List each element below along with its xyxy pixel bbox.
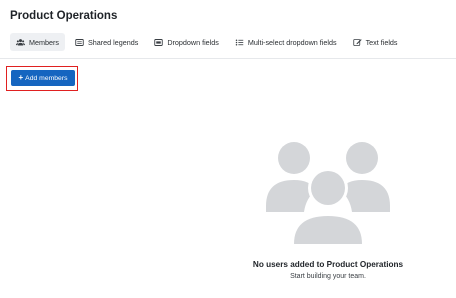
people-icon: [16, 38, 25, 45]
tab-dropdown-fields[interactable]: Dropdown fields: [148, 33, 225, 51]
empty-state-title: No users added to Product Operations: [252, 260, 404, 269]
tab-label: Text fields: [365, 37, 398, 47]
tab-label: Dropdown fields: [167, 37, 219, 47]
tab-members[interactable]: Members: [10, 33, 65, 51]
multiselect-icon: [235, 39, 244, 45]
edit-icon: [352, 38, 362, 46]
add-members-button[interactable]: + Add members: [11, 70, 75, 86]
tab-shared-legends[interactable]: Shared legends: [69, 33, 144, 51]
tab-label: Shared legends: [87, 37, 139, 47]
team-illustration-icon: [266, 142, 390, 244]
legend-icon: [75, 38, 84, 46]
tab-divider: [0, 58, 456, 59]
tab-text-fields[interactable]: Text fields: [347, 33, 404, 51]
plus-icon: +: [18, 73, 24, 82]
tab-label: Multi-select dropdown fields: [247, 37, 337, 47]
add-members-label: Add members: [25, 74, 68, 82]
page-title: Product Operations: [10, 10, 118, 22]
tab-label: Members: [29, 37, 59, 47]
tab-bar: Members Shared legends Dropdown fields M…: [10, 33, 408, 51]
tab-multiselect-dropdown-fields[interactable]: Multi-select dropdown fields: [229, 33, 343, 51]
dropdown-icon: [154, 38, 164, 46]
empty-state-subtitle: Start building your team.: [290, 273, 366, 280]
